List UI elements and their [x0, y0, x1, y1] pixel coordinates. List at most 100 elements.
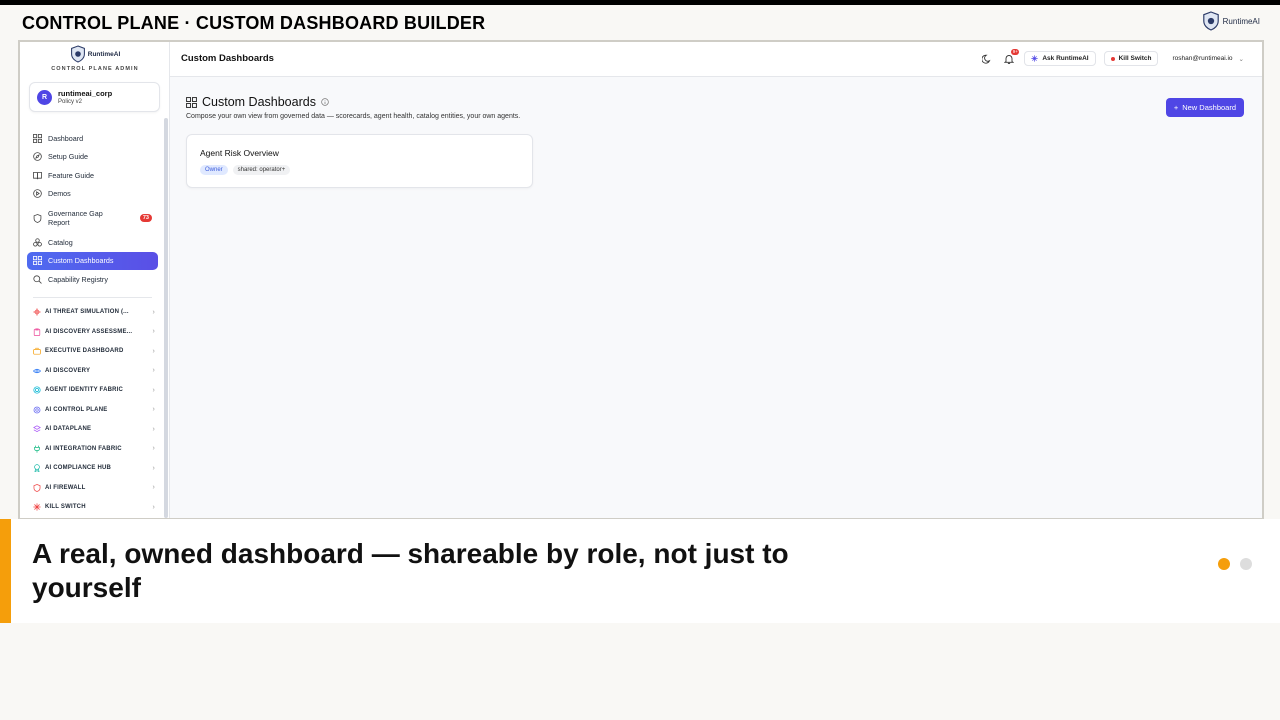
kill-switch-button[interactable]: Kill Switch — [1103, 51, 1159, 66]
content-subtitle: Compose your own view from governed data… — [186, 113, 521, 120]
slide-pager — [1218, 558, 1252, 570]
fingerprint-icon — [33, 386, 41, 394]
sidebar-section-agent-identity-fabric[interactable]: AGENT IDENTITY FABRIC › — [27, 381, 158, 401]
notifications-button[interactable]: 9+ — [1002, 48, 1020, 66]
bell-icon — [1004, 54, 1015, 64]
play-circle-icon — [33, 189, 42, 199]
sidebar-item-feature-guide[interactable]: Feature Guide — [27, 166, 158, 185]
shared-badge: shared: operator+ — [232, 165, 291, 175]
slide-title: CONTROL PLANE · CUSTOM DASHBOARD BUILDER — [22, 13, 486, 33]
sidebar-logo: RuntimeAI CONTROL PLANE ADMIN — [20, 45, 170, 72]
sidebar-item-label: Governance Gap Report — [48, 209, 103, 227]
sidebar-brand: RuntimeAI — [87, 50, 121, 58]
shield-logo-icon — [70, 45, 85, 63]
brand-name: RuntimeAI — [1222, 16, 1260, 26]
sidebar-item-label: Setup Guide — [48, 152, 88, 162]
ask-label: Ask RuntimeAI — [1042, 55, 1089, 62]
sidebar-divider — [33, 296, 152, 298]
content-title: Custom Dashboards — [202, 95, 316, 109]
grid-icon — [186, 96, 197, 108]
sidebar-subtitle: CONTROL PLANE ADMIN — [51, 66, 139, 72]
chevron-right-icon: › — [152, 464, 155, 472]
sidebar-section-ai-control-plane[interactable]: AI CONTROL PLANE › — [27, 400, 158, 420]
tenant-switcher[interactable]: R runtimeai_corp Policy v2 — [29, 82, 160, 112]
app-header: Custom Dashboards 9+ Ask RuntimeAI Kill … — [170, 42, 1262, 77]
new-dashboard-button[interactable]: + New Dashboard — [1165, 98, 1244, 117]
sidebar-section-executive-dashboard[interactable]: EXECUTIVE DASHBOARD › — [27, 342, 158, 362]
eye-icon — [32, 367, 42, 375]
sidebar-item-label: Catalog — [48, 237, 73, 247]
sidebar: RuntimeAI CONTROL PLANE ADMIN R runtimea… — [20, 42, 170, 518]
new-dashboard-label: New Dashboard — [1182, 103, 1236, 112]
sidebar-section-ai-compliance-hub[interactable]: AI COMPLIANCE HUB › — [27, 459, 158, 479]
pager-dot[interactable] — [1240, 558, 1252, 570]
chevron-right-icon: › — [152, 386, 155, 394]
dashboard-card[interactable]: Agent Risk Overview Owner shared: operat… — [186, 134, 533, 188]
sidebar-section-ai-dataplane[interactable]: AI DATAPLANE › — [27, 420, 158, 440]
book-icon — [33, 171, 42, 180]
section-label: EXECUTIVE DASHBOARD — [45, 348, 124, 355]
page-title: Custom Dashboards — [181, 53, 274, 64]
dashboard-card-title: Agent Risk Overview — [200, 148, 279, 158]
sidebar-section-ai-firewall[interactable]: AI FIREWALL › — [27, 478, 158, 498]
chevron-right-icon: › — [152, 503, 155, 511]
sidebar-item-custom-dashboards[interactable]: Custom Dashboards — [27, 251, 158, 270]
sparkle-icon — [1031, 55, 1039, 62]
sidebar-item-label: Custom Dashboards — [48, 256, 114, 266]
count-badge: 73 — [139, 214, 152, 222]
theme-toggle-button[interactable] — [980, 52, 994, 66]
chevron-right-icon: › — [152, 406, 155, 414]
sidebar-item-label: Demos — [48, 189, 71, 199]
sidebar-section-discovery-assessment[interactable]: AI DISCOVERY ASSESSME... › — [27, 322, 158, 342]
section-label: AI FIREWALL — [45, 484, 86, 491]
section-label: AI THREAT SIMULATION (... — [45, 309, 129, 316]
content-heading: Custom Dashboards — [186, 95, 329, 109]
search-icon — [33, 275, 42, 284]
section-label: KILL SWITCH — [45, 504, 86, 511]
chevron-right-icon: › — [152, 347, 155, 355]
sidebar-item-label: Feature Guide — [48, 170, 94, 180]
avatar: R — [37, 89, 52, 105]
sidebar-section-ai-integration-fabric[interactable]: AI INTEGRATION FABRIC › — [27, 439, 158, 459]
sidebar-item-governance-gap-report[interactable]: Governance Gap Report 73 — [27, 203, 158, 233]
boxes-icon — [33, 238, 42, 247]
shield-icon — [33, 213, 42, 223]
briefcase-icon — [33, 347, 41, 355]
sidebar-scrollbar[interactable] — [164, 118, 168, 518]
ask-runtimeai-button[interactable]: Ask RuntimeAI — [1024, 51, 1096, 66]
chevron-down-icon: ⌄ — [1238, 55, 1244, 63]
sidebar-section-ai-discovery[interactable]: AI DISCOVERY › — [27, 361, 158, 381]
chevron-right-icon: › — [152, 308, 155, 316]
notification-badge: 9+ — [1011, 48, 1020, 55]
pager-dot-active[interactable] — [1218, 558, 1230, 570]
target-icon — [33, 308, 41, 316]
tenant-policy: Policy v2 — [58, 99, 83, 105]
caption-text: A real, owned dashboard — shareable by r… — [32, 538, 789, 603]
sidebar-item-setup-guide[interactable]: Setup Guide — [27, 148, 158, 167]
clipboard-icon — [33, 328, 41, 336]
shield-icon — [33, 483, 41, 492]
user-menu[interactable]: roshan@runtimeai.io ⌄ — [1172, 55, 1244, 63]
sidebar-item-label: Dashboard — [48, 133, 84, 143]
gear-icon — [33, 406, 41, 414]
chevron-right-icon: › — [152, 367, 155, 375]
sidebar-item-demos[interactable]: Demos — [27, 185, 158, 204]
section-label: AI DATAPLANE — [45, 426, 92, 433]
sidebar-section-kill-switch[interactable]: KILL SWITCH › — [27, 498, 158, 518]
sidebar-item-dashboard[interactable]: Dashboard — [27, 129, 158, 148]
status-dot-icon — [1110, 56, 1115, 61]
section-label: AGENT IDENTITY FABRIC — [45, 387, 124, 394]
brand-logo: RuntimeAI — [1202, 11, 1260, 31]
section-label: AI COMPLIANCE HUB — [45, 465, 112, 472]
app-screenshot: RuntimeAI CONTROL PLANE ADMIN R runtimea… — [18, 40, 1264, 520]
section-label: AI DISCOVERY — [45, 367, 91, 374]
sidebar-item-capability-registry[interactable]: Capability Registry — [27, 270, 158, 289]
layers-icon — [33, 425, 41, 433]
sidebar-item-catalog[interactable]: Catalog — [27, 233, 158, 252]
grid-icon — [33, 133, 42, 143]
sidebar-section-threat-simulation[interactable]: AI THREAT SIMULATION (... › — [27, 303, 158, 323]
top-rule — [0, 0, 1280, 5]
grid-icon — [33, 256, 42, 266]
chevron-right-icon: › — [152, 425, 155, 433]
section-label: AI DISCOVERY ASSESSME... — [45, 328, 133, 335]
